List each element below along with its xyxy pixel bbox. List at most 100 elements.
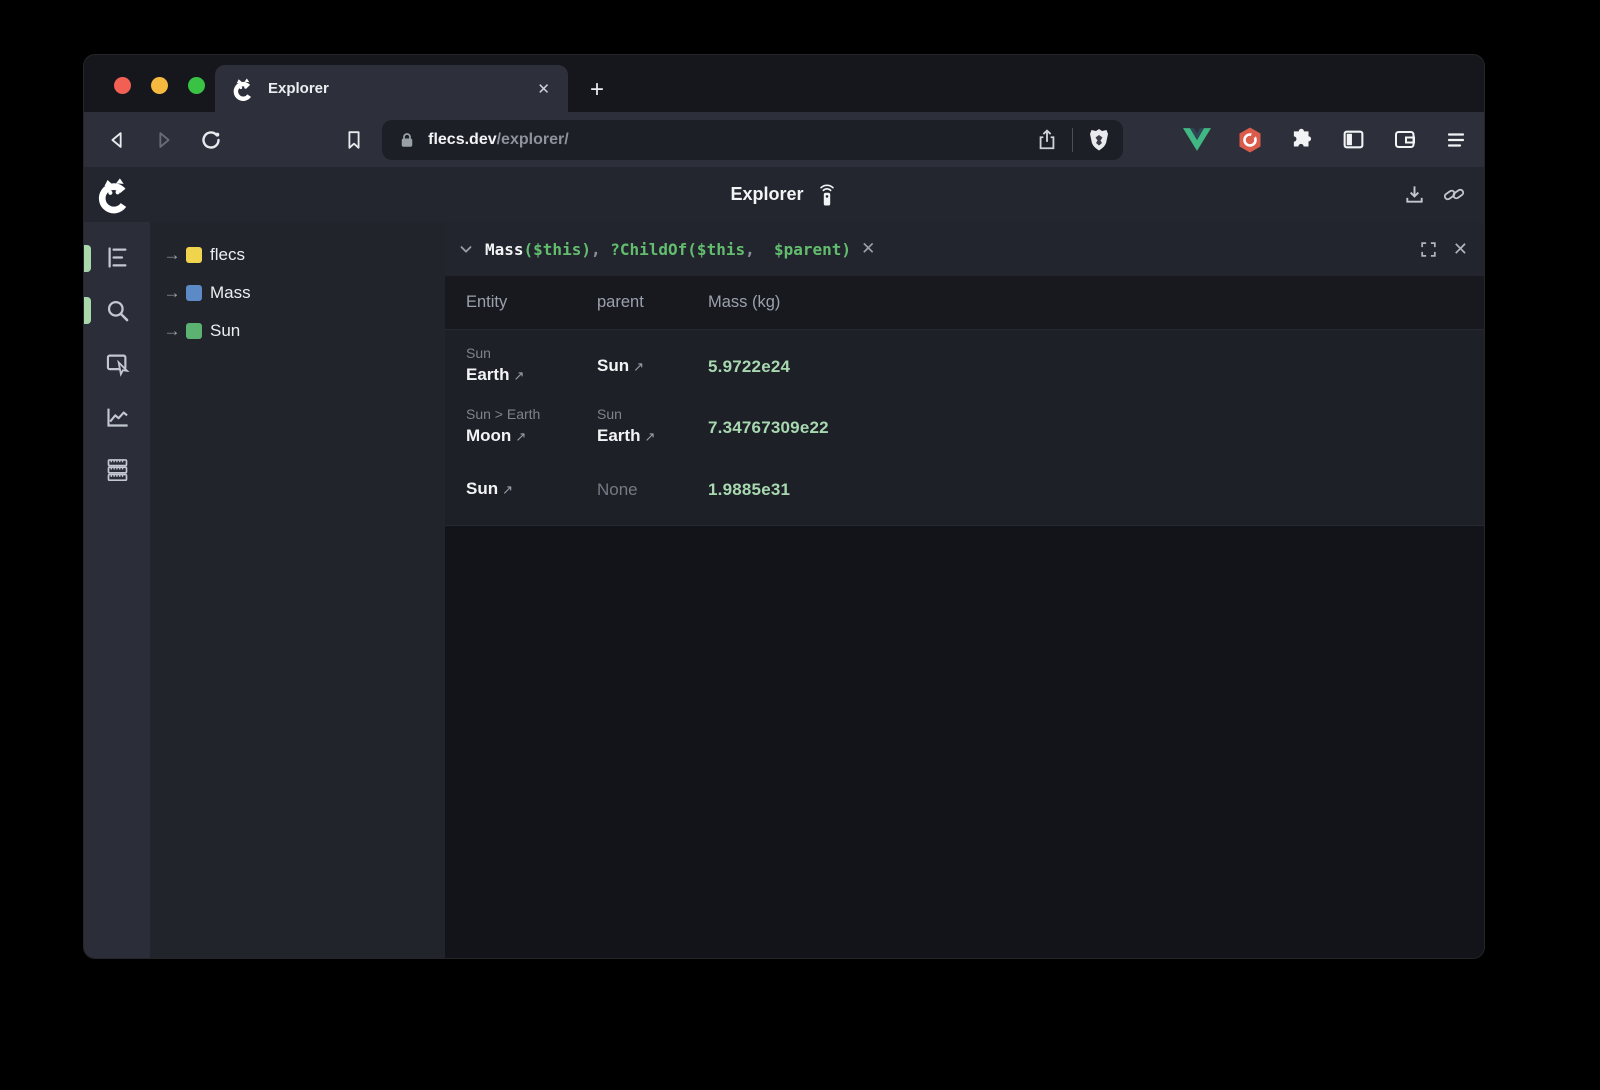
query-term: $parent) <box>764 240 851 259</box>
fullscreen-icon <box>1419 240 1438 259</box>
browser-menu-button[interactable] <box>1444 128 1468 152</box>
expand-arrow-icon[interactable]: → <box>160 321 184 341</box>
collapse-chevron-icon[interactable] <box>457 240 475 258</box>
share-icon <box>1036 128 1058 152</box>
query-titlebar: Mass($this), ?ChildOf($this, $parent) ✕ … <box>445 222 1484 276</box>
parent-link[interactable]: Sun↗ <box>597 353 708 380</box>
parent-cell: None <box>597 477 708 503</box>
address-bar[interactable]: flecs.dev/explorer/ <box>382 120 1123 160</box>
mass-value: 1.9885e31 <box>708 480 1484 500</box>
back-button[interactable] <box>105 127 130 153</box>
tab-title: Explorer <box>268 80 533 97</box>
bookmark-icon <box>343 129 365 151</box>
app-body: → flecs → Mass → Sun <box>84 222 1484 958</box>
query-separator: , <box>745 240 764 259</box>
brave-shield-icon <box>1087 127 1111 153</box>
query-term: ($this) <box>524 240 591 259</box>
window-controls <box>114 77 205 94</box>
new-tab-button[interactable]: + <box>590 78 604 102</box>
query-panel: Mass($this), ?ChildOf($this, $parent) ✕ … <box>445 222 1484 526</box>
flecs-logo-icon <box>97 175 133 215</box>
sidebar-toggle-button[interactable] <box>1341 127 1366 152</box>
stats-icon <box>104 403 131 430</box>
entity-path: Sun > Earth <box>466 405 597 423</box>
tree-item-sun[interactable]: → Sun <box>160 312 445 350</box>
extensions-menu-button[interactable] <box>1289 127 1315 153</box>
url-domain: flecs.dev <box>428 131 496 149</box>
share-link-button[interactable] <box>1442 183 1466 206</box>
tree-panel-button[interactable] <box>103 243 131 271</box>
url-path: /explorer/ <box>497 131 569 149</box>
search-icon <box>104 297 131 324</box>
extension-hexagon-button[interactable] <box>1237 126 1263 154</box>
column-header-entity: Entity <box>466 293 597 312</box>
reload-button[interactable] <box>199 127 224 153</box>
parent-link[interactable]: Earth↗ <box>597 423 708 450</box>
reload-icon <box>199 128 223 152</box>
tree-item-label[interactable]: Sun <box>210 321 240 341</box>
stats-panel-button[interactable] <box>103 402 131 430</box>
mass-value: 5.9722e24 <box>708 357 1484 377</box>
forward-icon <box>153 129 175 151</box>
query-term: ?ChildOf($this <box>610 240 745 259</box>
vue-devtools-button[interactable] <box>1183 127 1211 152</box>
share-button[interactable] <box>1036 128 1058 152</box>
external-link-icon: ↗ <box>513 368 524 383</box>
fullscreen-button[interactable] <box>1419 240 1438 259</box>
bookmark-button[interactable] <box>341 127 366 153</box>
active-indicator <box>84 245 91 272</box>
extension-icons <box>1183 126 1468 154</box>
icon-rail <box>84 222 150 958</box>
flecs-favicon-icon <box>231 76 257 102</box>
page-title: Explorer <box>730 184 803 205</box>
entity-link[interactable]: Sun↗ <box>466 476 597 503</box>
inspector-icon <box>104 350 131 377</box>
wallet-button[interactable] <box>1392 127 1418 152</box>
tab-close-icon[interactable]: ✕ <box>533 78 554 100</box>
close-window-button[interactable] <box>114 77 131 94</box>
entity-link[interactable]: Moon↗ <box>466 423 597 450</box>
inspector-panel-button[interactable] <box>103 349 131 377</box>
tab-explorer[interactable]: Explorer ✕ <box>215 65 568 112</box>
back-icon <box>106 129 128 151</box>
results-table-body: Sun Earth↗ Sun↗ 5.9722e24 Sun > Earth Mo… <box>445 330 1484 526</box>
query-term: Mass <box>485 240 524 259</box>
hexagon-extension-icon <box>1237 126 1263 154</box>
tree-icon <box>104 244 131 271</box>
minimize-window-button[interactable] <box>151 77 168 94</box>
query-expression[interactable]: Mass($this), ?ChildOf($this, $parent) <box>485 240 851 259</box>
mass-value: 7.34767309e22 <box>708 418 1484 438</box>
brave-shields-button[interactable] <box>1087 127 1111 153</box>
download-button[interactable] <box>1403 183 1426 206</box>
tree-item-mass[interactable]: → Mass <box>160 274 445 312</box>
main-content: Mass($this), ?ChildOf($this, $parent) ✕ … <box>445 222 1484 958</box>
external-link-icon: ↗ <box>633 359 644 374</box>
commands-icon <box>104 456 131 483</box>
expand-arrow-icon[interactable]: → <box>160 245 184 265</box>
remote-connection-icon <box>816 182 838 208</box>
query-panel-button[interactable] <box>103 296 131 324</box>
module-swatch <box>186 247 202 263</box>
entity-cell: Sun > Earth Moon↗ <box>466 405 597 450</box>
wallet-icon <box>1392 127 1418 152</box>
tree-item-label[interactable]: flecs <box>210 245 245 265</box>
browser-window: Explorer ✕ + <box>84 55 1484 958</box>
entity-link[interactable]: Earth↗ <box>466 362 597 389</box>
commands-panel-button[interactable] <box>103 455 131 483</box>
close-panel-icon[interactable]: ✕ <box>1453 239 1468 260</box>
download-icon <box>1403 183 1426 206</box>
divider <box>1072 128 1073 152</box>
query-separator: , <box>591 240 610 259</box>
parent-cell: Sun Earth↗ <box>597 405 708 450</box>
zoom-window-button[interactable] <box>188 77 205 94</box>
vue-icon <box>1183 127 1211 152</box>
tab-strip: Explorer ✕ + <box>84 55 1484 112</box>
forward-button[interactable] <box>152 127 177 153</box>
hamburger-menu-icon <box>1444 128 1468 152</box>
tree-item-flecs[interactable]: → flecs <box>160 236 445 274</box>
component-swatch <box>186 285 202 301</box>
clear-query-icon[interactable]: ✕ <box>861 239 875 259</box>
tree-item-label[interactable]: Mass <box>210 283 251 303</box>
expand-arrow-icon[interactable]: → <box>160 283 184 303</box>
external-link-icon: ↗ <box>502 482 513 497</box>
